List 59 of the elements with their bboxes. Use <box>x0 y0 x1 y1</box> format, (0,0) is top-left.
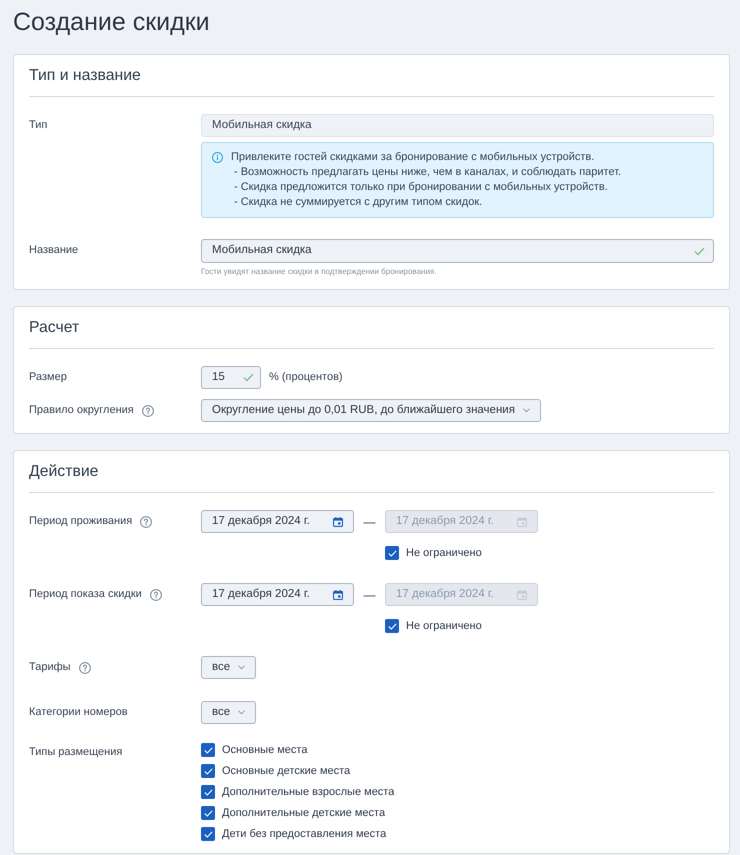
field-label: Размер <box>29 370 67 386</box>
checkbox-label[interactable]: Не ограничено <box>406 544 482 562</box>
check-icon <box>204 810 212 816</box>
name-input[interactable]: Мобильная скидка <box>201 239 714 263</box>
chevron-down-icon <box>238 710 246 715</box>
chevron-down-icon <box>238 665 246 670</box>
checkbox[interactable] <box>201 764 215 778</box>
range-dash: — <box>362 514 376 530</box>
select-dropdown[interactable]: Округление цены до 0,01 RUB, до ближайшего значения <box>201 399 541 422</box>
field-label: Категории номеров <box>29 705 128 720</box>
page-title: Создание скидки <box>13 7 211 38</box>
info-icon <box>212 152 223 163</box>
date-input: 17 декабря 2024 г. <box>385 510 538 533</box>
checkbox-label[interactable]: Дети без предоставления места <box>222 826 386 842</box>
field-label: Период показа скидки <box>29 587 142 602</box>
type-field: Мобильная скидка <box>201 114 714 137</box>
hint-text: Гости увидят название скидки в подтверждении бронирования. <box>201 266 438 278</box>
field-label: Правило округления <box>29 403 134 418</box>
checkbox-label[interactable]: Дополнительные детские места <box>222 804 386 822</box>
help-icon[interactable] <box>140 516 152 528</box>
section-title: Действие <box>29 462 98 482</box>
calendar-icon[interactable] <box>333 590 343 600</box>
checkbox[interactable] <box>201 785 215 799</box>
select-dropdown[interactable]: все <box>201 701 256 724</box>
check-icon <box>204 746 212 754</box>
date-input[interactable]: 17 декабря 2024 г. <box>201 510 354 533</box>
field-label: Период проживания <box>29 514 132 530</box>
chevron-down-icon <box>522 408 530 413</box>
unit-label: % (процентов) <box>269 370 343 386</box>
checkbox[interactable] <box>385 619 399 633</box>
date-input[interactable]: 17 декабря 2024 г. <box>201 583 354 606</box>
help-icon[interactable] <box>150 588 162 600</box>
checkbox[interactable] <box>385 546 399 560</box>
info-text: Привлеките гостей скидками за бронирование с мобильных устройств. - Возможность предлагать цены ниже, чем в каналах, и соблюдать паритет. - Скидка предложится только при бронировании с мобильных устройств. - Скидка не суммируется с другим типом скидок. <box>231 150 622 210</box>
section-title: Расчет <box>29 318 80 338</box>
check-icon <box>204 830 212 838</box>
check-icon <box>388 550 396 556</box>
date-input: 17 декабря 2024 г. <box>385 583 538 606</box>
field-label: Тип <box>29 118 48 134</box>
checkbox-label[interactable]: Не ограничено <box>406 618 482 634</box>
checkbox-label[interactable]: Основные места <box>222 742 308 758</box>
number-input[interactable]: 15 <box>201 366 261 389</box>
checkbox-label[interactable]: Основные детские места <box>222 762 350 780</box>
check-icon <box>388 622 396 630</box>
checkbox[interactable] <box>201 743 215 757</box>
checkbox[interactable] <box>201 806 215 820</box>
check-icon <box>204 788 212 796</box>
field-label: Название <box>29 243 78 258</box>
help-icon[interactable] <box>142 404 154 416</box>
calendar-icon[interactable] <box>333 516 343 526</box>
checkbox-label[interactable]: Дополнительные взрослые места <box>222 784 394 800</box>
field-label: Тарифы <box>29 660 71 676</box>
range-dash: — <box>362 586 376 604</box>
check-icon <box>204 768 212 774</box>
checkbox[interactable] <box>201 827 215 841</box>
section-title: Тип и название <box>29 66 141 86</box>
help-icon[interactable] <box>78 662 91 674</box>
select-dropdown[interactable]: все <box>201 656 256 679</box>
field-label: Типы размещения <box>29 745 122 760</box>
